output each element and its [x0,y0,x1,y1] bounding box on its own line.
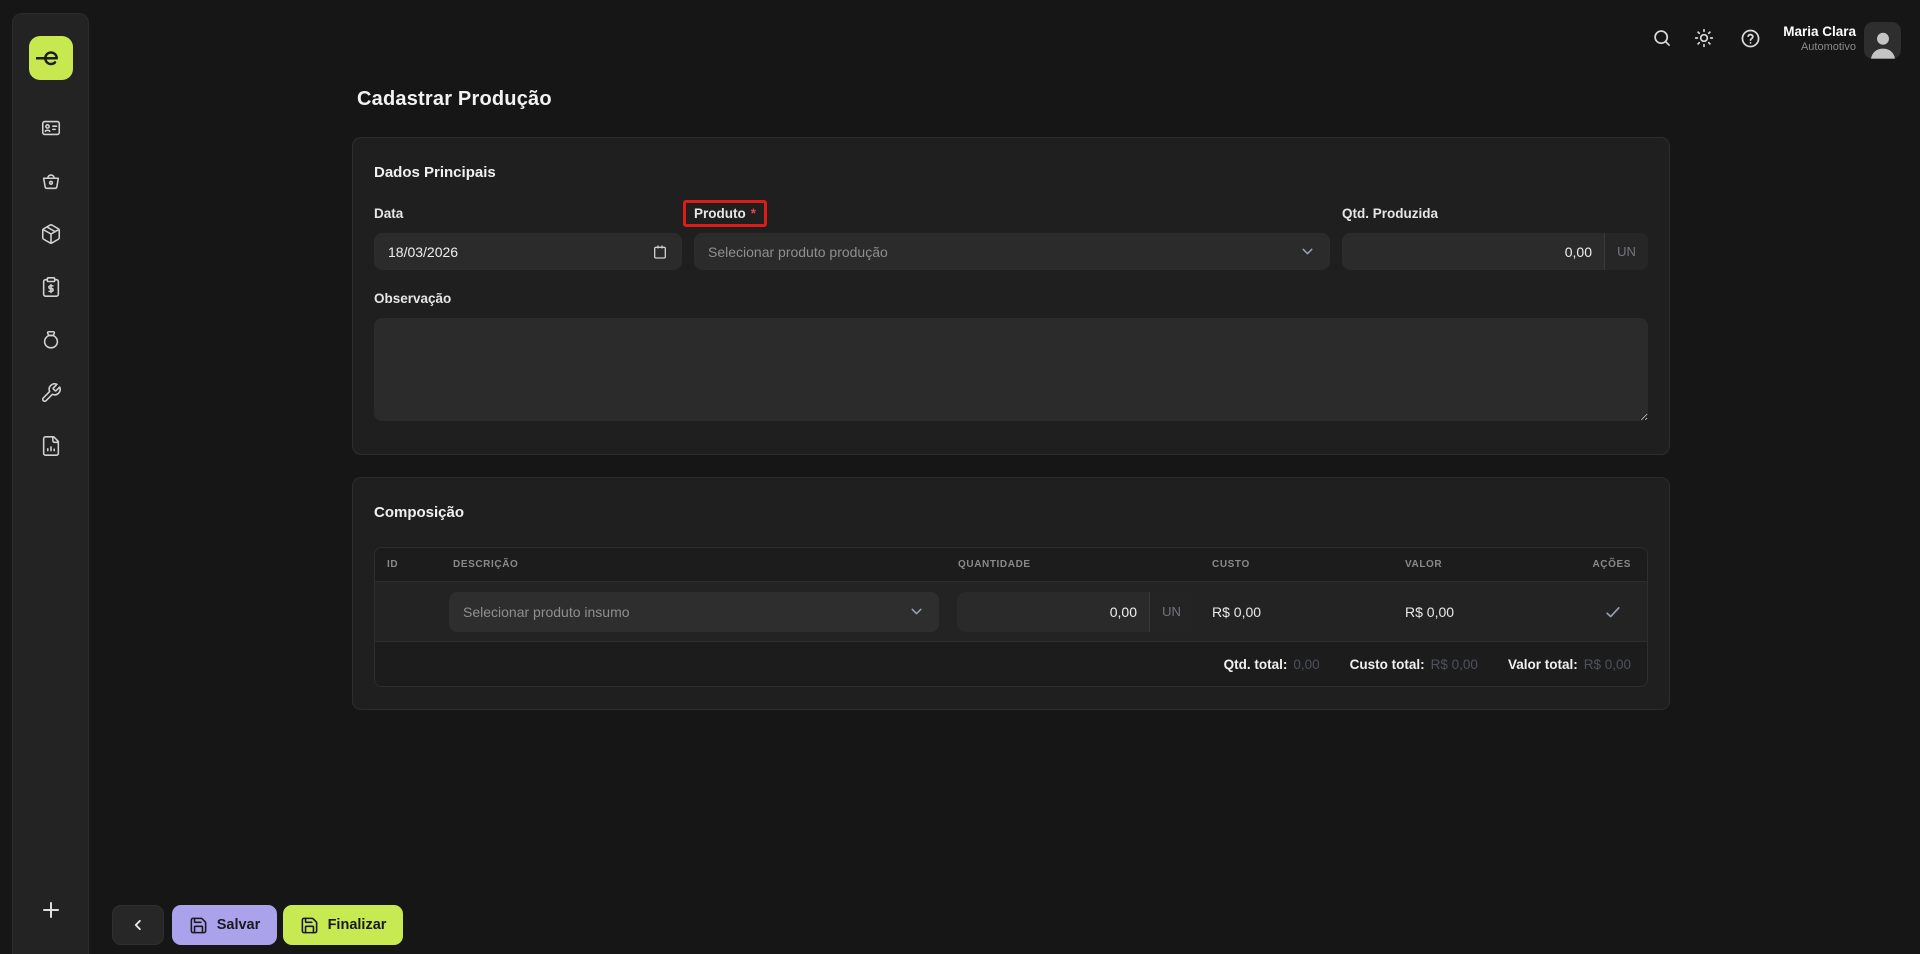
produto-field-group: Produto * Selecionar produto produção [683,199,1330,270]
check-icon [1603,602,1623,622]
observacao-label: Observação [374,290,452,306]
insumo-select-placeholder: Selecionar produto insumo [463,603,630,620]
composicao-table: ID DESCRIÇÃO QUANTIDADE CUSTO VALOR AÇÕE… [374,547,1648,687]
observacao-textarea[interactable] [374,318,1648,421]
clipboard-dollar-icon [40,276,62,298]
sidebar-item-sales[interactable] [31,161,71,201]
package-icon [40,223,62,245]
header-acoes: AÇÕES [1592,559,1631,570]
sidebar-item-reports[interactable] [31,426,71,466]
qtd-produzida-label: Qtd. Produzida [1342,205,1438,221]
insumo-select[interactable]: Selecionar produto insumo [449,591,939,632]
shopping-basket-icon [40,170,62,192]
custo-total-value: R$ 0,00 [1430,656,1478,672]
custo-total-group: Custo total: R$ 0,00 [1350,657,1478,672]
required-asterisk: * [750,205,757,221]
person-icon [1866,27,1900,59]
money-bag-icon [40,329,62,351]
produto-select[interactable]: Selecionar produto produção [694,233,1330,270]
sidebar-item-products[interactable] [31,214,71,254]
valor-total-group: Valor total: R$ 0,00 [1508,657,1631,672]
data-field-group: Data 18/03/2026 [374,203,682,270]
cell-valor: R$ 0,00 [1405,603,1455,620]
qtd-produzida-field-group: Qtd. Produzida 0,00 UN [1342,203,1648,270]
table-row: Selecionar produto insumo 0,00 UN R$ 0,0… [375,582,1647,641]
quantidade-unit: UN [1149,591,1193,632]
dados-principais-title: Dados Principais [374,164,496,181]
header-quantidade: QUANTIDADE [958,559,1031,570]
help-circle-icon [1740,28,1761,49]
chevron-left-icon [129,916,147,934]
logo-e-icon [35,43,66,73]
calendar-icon [652,244,668,260]
salvar-button[interactable]: Salvar [172,905,277,945]
sidebar-item-finance[interactable] [31,320,71,360]
custo-total-label: Custo total: [1349,656,1425,672]
id-card-icon [40,117,62,139]
table-header-row: ID DESCRIÇÃO QUANTIDADE CUSTO VALOR AÇÕE… [375,548,1647,582]
plus-icon [39,898,63,922]
produto-label-highlight-box: Produto * [683,199,768,227]
cell-custo: R$ 0,00 [1212,603,1262,620]
theme-toggle-button[interactable] [1686,20,1722,56]
user-role: Automotivo [1800,41,1856,53]
sidebar-item-contacts[interactable] [31,108,71,148]
confirm-row-button[interactable] [1603,602,1623,622]
qtd-total-value: 0,00 [1293,656,1320,672]
sidebar [12,13,89,954]
sidebar-item-services[interactable] [31,373,71,413]
produto-select-placeholder: Selecionar produto produção [708,243,888,260]
page-title: Cadastrar Produção [357,88,552,110]
chevron-down-icon [1299,243,1316,260]
produto-label-row: Produto * [683,199,1330,227]
report-file-icon [40,435,62,457]
qtd-produzida-unit: UN [1604,233,1648,270]
header-id: ID [387,559,399,570]
header-valor: VALOR [1405,559,1443,570]
produto-label: Produto [694,205,746,221]
quantidade-value: 0,00 [1109,603,1137,620]
cell-descricao: Selecionar produto insumo [441,591,946,632]
save-icon [189,916,208,935]
chevron-down-icon [908,603,925,620]
composicao-title: Composição [374,504,465,521]
avatar[interactable] [1864,22,1901,59]
header-descricao: DESCRIÇÃO [453,559,519,570]
salvar-label: Salvar [216,917,261,933]
back-button[interactable] [112,905,164,945]
quantidade-input[interactable]: 0,00 UN [957,591,1193,632]
app-logo[interactable] [28,36,73,80]
data-input[interactable]: 18/03/2026 [374,233,682,270]
user-name: Maria Clara [1783,24,1856,39]
qtd-produzida-value: 0,00 [1564,243,1592,260]
search-icon [1652,28,1672,48]
table-totals-row: Qtd. total: 0,00 Custo total: R$ 0,00 Va… [375,641,1647,686]
qtd-produzida-input[interactable]: 0,00 UN [1342,233,1648,270]
header-custo: CUSTO [1212,559,1250,570]
sidebar-add-button[interactable] [31,890,71,930]
cell-quantidade: 0,00 UN [946,591,1200,632]
sidebar-item-orders[interactable] [31,267,71,307]
composicao-card: Composição ID DESCRIÇÃO QUANTIDADE CUSTO… [352,477,1670,710]
dados-principais-card: Dados Principais Data 18/03/2026 Produto… [352,137,1670,455]
data-value: 18/03/2026 [388,243,459,260]
qtd-total-group: Qtd. total: 0,00 [1224,657,1320,672]
valor-total-label: Valor total: [1507,656,1578,672]
search-button[interactable] [1644,20,1680,56]
sun-icon [1694,28,1714,48]
cell-acoes [1589,602,1647,622]
qtd-total-label: Qtd. total: [1223,656,1288,672]
save-icon [300,916,319,935]
finalizar-button[interactable]: Finalizar [283,905,403,945]
valor-total-value: R$ 0,00 [1583,656,1631,672]
data-label: Data [374,205,404,221]
user-info[interactable]: Maria Clara Automotivo [1783,23,1856,54]
wrench-icon [40,382,62,404]
finalizar-label: Finalizar [327,917,387,933]
help-button[interactable] [1732,20,1768,56]
